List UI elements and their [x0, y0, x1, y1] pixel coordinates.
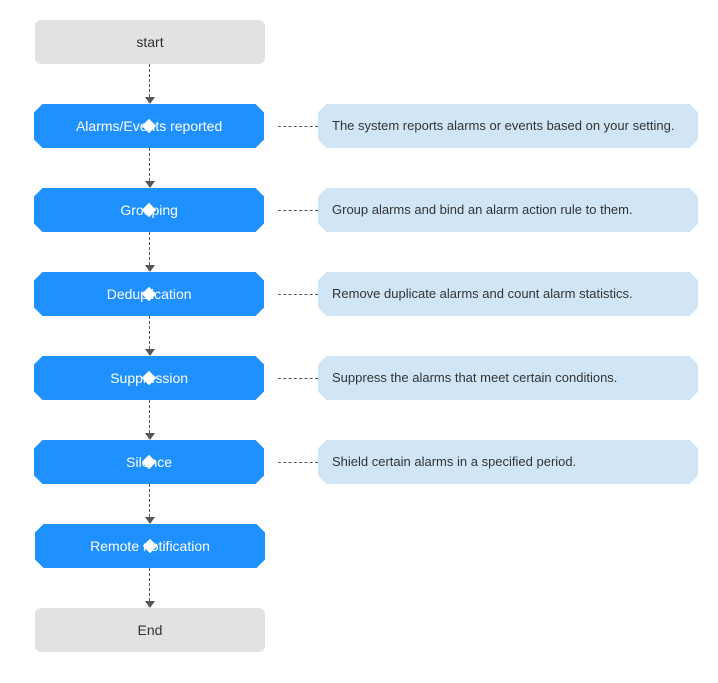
step-suppression: Suppression [34, 356, 264, 400]
connector-line [278, 126, 318, 127]
connector-line [278, 294, 318, 295]
desc-text: Remove duplicate alarms and count alarm … [332, 285, 633, 303]
step-desc: The system reports alarms or events base… [318, 104, 698, 148]
step-label: Remote notification [90, 538, 210, 554]
desc-text: Suppress the alarms that meet certain co… [332, 369, 617, 387]
desc-text: Shield certain alarms in a specified per… [332, 453, 576, 471]
step-label: Silence [126, 454, 172, 470]
step-label: Deduplication [107, 286, 192, 302]
step-alarms-reported: Alarms/Events reported [34, 104, 264, 148]
desc-text: The system reports alarms or events base… [332, 117, 675, 135]
arrow-icon [145, 316, 155, 356]
connector-line [278, 210, 318, 211]
end-node: End [35, 608, 265, 652]
alarm-flowchart: start Alarms/Events reported The system … [20, 20, 698, 652]
start-node: start [35, 20, 265, 64]
step-remote-notification: Remote notification [35, 524, 265, 568]
step-label: Suppression [110, 370, 188, 386]
connector-line [278, 462, 318, 463]
connector-line [278, 378, 318, 379]
end-label: End [138, 622, 163, 638]
step-grouping: Grouping [34, 188, 264, 232]
step-desc: Suppress the alarms that meet certain co… [318, 356, 698, 400]
start-label: start [136, 34, 163, 50]
step-deduplication: Deduplication [34, 272, 264, 316]
arrow-icon [145, 232, 155, 272]
arrow-icon [145, 400, 155, 440]
step-desc: Group alarms and bind an alarm action ru… [318, 188, 698, 232]
desc-text: Group alarms and bind an alarm action ru… [332, 201, 633, 219]
step-label: Alarms/Events reported [76, 118, 222, 134]
step-desc: Shield certain alarms in a specified per… [318, 440, 698, 484]
arrow-icon [145, 484, 155, 524]
arrow-icon [145, 568, 155, 608]
arrow-icon [145, 64, 155, 104]
step-silence: Silence [34, 440, 264, 484]
arrow-icon [145, 148, 155, 188]
step-desc: Remove duplicate alarms and count alarm … [318, 272, 698, 316]
step-label: Grouping [120, 202, 178, 218]
